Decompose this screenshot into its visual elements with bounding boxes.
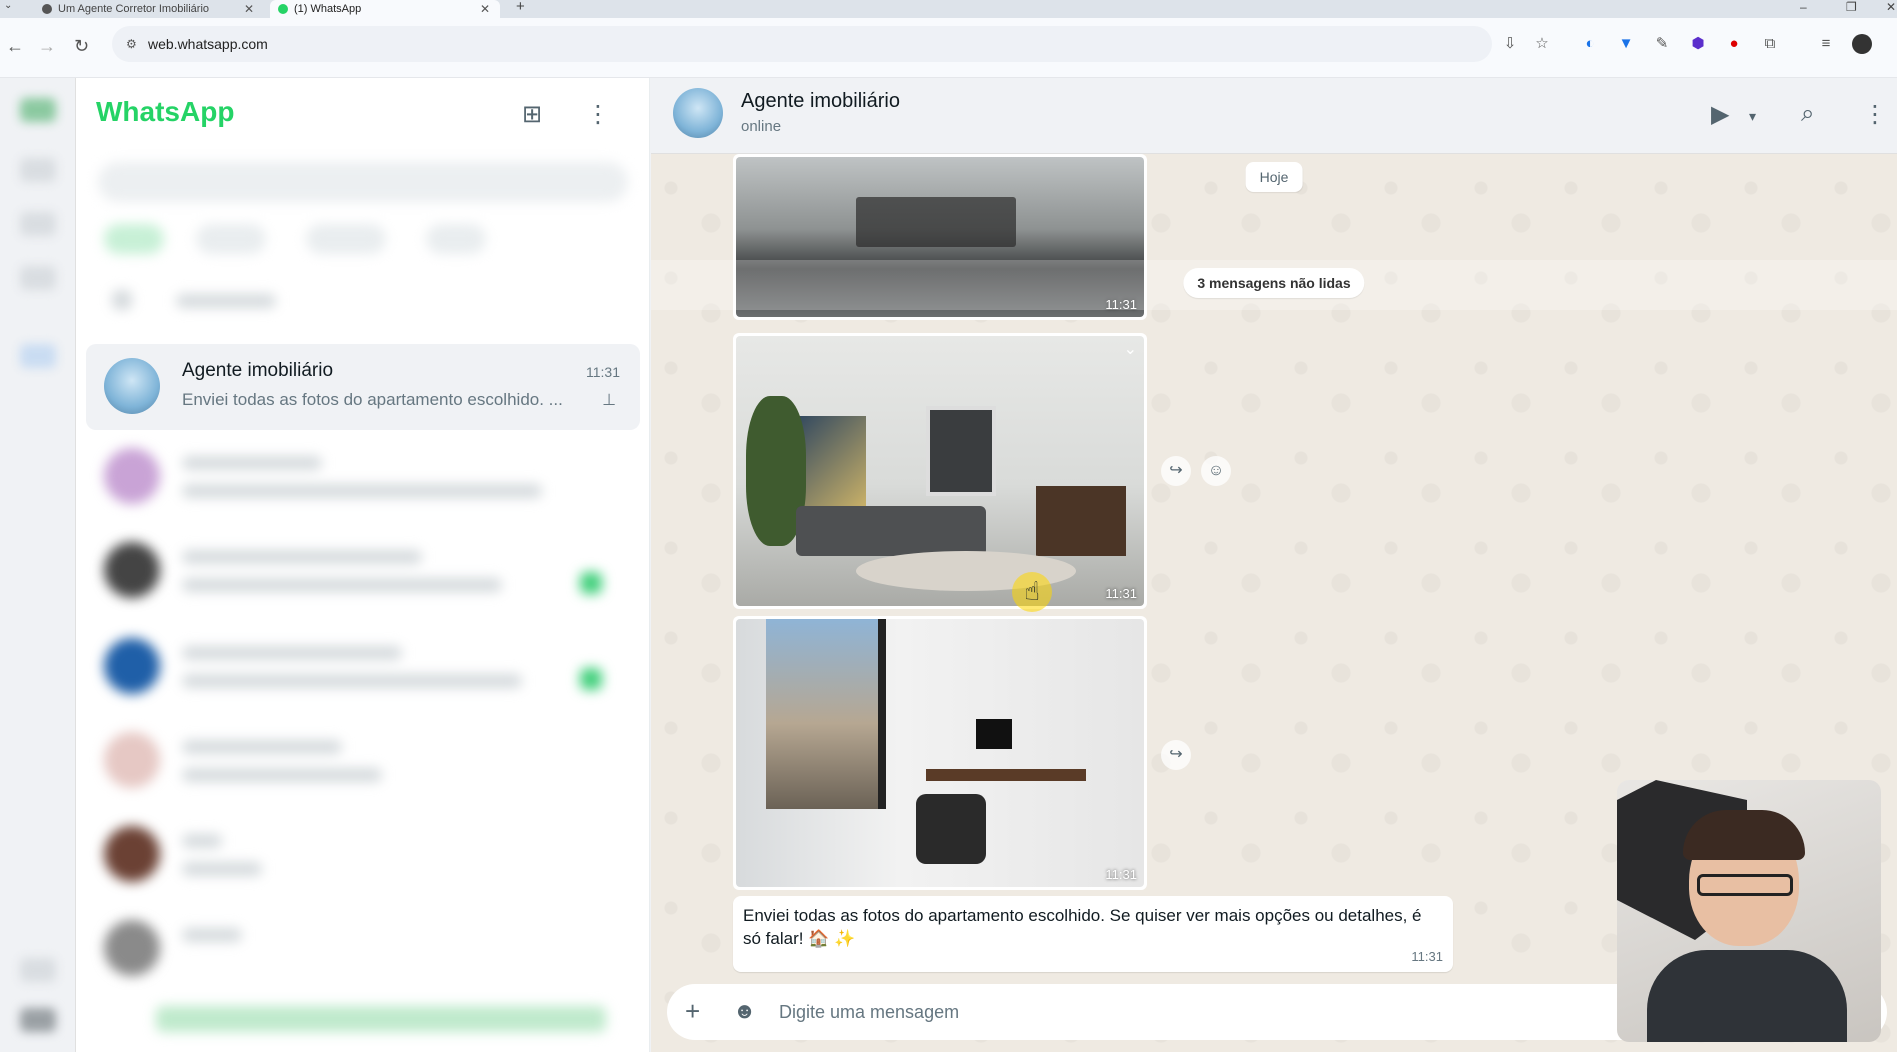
filter-chip[interactable]	[306, 224, 386, 254]
unread-badge: 3 mensagens não lidas	[1183, 268, 1365, 298]
rail-profile-avatar[interactable]	[20, 1008, 56, 1032]
restore-icon[interactable]: ❐	[1846, 0, 1857, 14]
whatsapp-logo: WhatsApp	[96, 96, 235, 127]
extension-icon[interactable]: ⬢	[1688, 34, 1708, 54]
tab-title: (1) WhatsApp	[294, 3, 362, 15]
list-item[interactable]	[86, 624, 640, 710]
list-item[interactable]	[86, 434, 640, 520]
rail-communities-icon[interactable]	[20, 266, 56, 290]
new-tab-button[interactable]: +	[516, 0, 525, 14]
menu-dots-icon[interactable]: ⋮	[586, 100, 610, 129]
contact-name[interactable]: Agente imobiliário	[741, 90, 900, 113]
list-item[interactable]	[86, 528, 640, 614]
forward-icon[interactable]: ↪	[1161, 456, 1191, 486]
message-time: 11:31	[1411, 949, 1443, 964]
extension-icon[interactable]: ▼	[1616, 34, 1636, 54]
chevron-down-icon[interactable]: ⌄	[1124, 339, 1137, 359]
reading-list-icon[interactable]: ≡	[1816, 34, 1836, 54]
chat-preview: Enviei todas as fotos do apartamento esc…	[182, 390, 563, 409]
tab-title: Um Agente Corretor Imobiliário	[58, 3, 210, 15]
close-window-icon[interactable]: ✕	[1886, 0, 1896, 14]
chat-list-sidebar: WhatsApp ⊞ ⋮ Agente imobiliário 11:31 En…	[76, 78, 650, 1052]
tab-favicon	[42, 4, 52, 14]
emoji-icon[interactable]: ☺	[1201, 456, 1231, 486]
filter-chip[interactable]	[196, 224, 266, 254]
plus-icon[interactable]: +	[685, 996, 700, 1027]
video-call-icon[interactable]: ▶︎	[1711, 100, 1729, 129]
photo-time: 11:31	[1105, 586, 1137, 601]
browser-tab-bar: ⌄ Um Agente Corretor Imobiliário ✕ (1) W…	[0, 0, 1897, 18]
filter-chip[interactable]	[104, 224, 164, 254]
filter-chip[interactable]	[426, 224, 486, 254]
profile-avatar[interactable]	[1852, 34, 1872, 54]
rail-channels-icon[interactable]	[20, 212, 56, 236]
forward-icon[interactable]: →	[38, 36, 56, 57]
archived-label[interactable]	[176, 294, 276, 308]
close-tab-icon[interactable]: ✕	[244, 2, 254, 16]
photo-message[interactable]: ⌄ 11:31	[733, 333, 1147, 609]
photo-message[interactable]: 11:31	[733, 616, 1147, 890]
contact-avatar[interactable]	[673, 88, 723, 138]
list-item[interactable]	[86, 812, 640, 898]
chat-time: 11:31	[586, 364, 620, 380]
bookmark-star-icon[interactable]: ☆	[1532, 34, 1552, 54]
photo-time: 11:31	[1105, 867, 1137, 882]
rail-meta-ai-icon[interactable]	[20, 344, 56, 368]
agent-avatar	[104, 358, 160, 414]
webcam-overlay	[1617, 780, 1881, 1042]
tab-list-chevron-icon[interactable]: ⌄	[4, 0, 12, 11]
rail-status-icon[interactable]	[20, 158, 56, 182]
contact-status: online	[741, 118, 782, 135]
back-icon[interactable]: ←	[6, 36, 24, 57]
living-room-photo[interactable]	[736, 336, 1144, 606]
search-icon[interactable]: ⌕	[1801, 100, 1814, 128]
new-chat-icon[interactable]: ⊞	[522, 100, 542, 129]
navigation-rail	[0, 78, 76, 1052]
home-office-photo[interactable]	[736, 619, 1144, 887]
chevron-down-icon[interactable]: ▾	[1749, 108, 1756, 125]
cursor-hand-icon: ☝	[1012, 572, 1052, 612]
forward-icon[interactable]: ↪	[1161, 740, 1191, 770]
browser-tab-1[interactable]: Um Agente Corretor Imobiliário ✕	[34, 0, 264, 18]
rail-settings-icon[interactable]	[20, 958, 56, 982]
minimize-icon[interactable]: –	[1800, 0, 1807, 14]
day-divider: Hoje	[1245, 162, 1303, 192]
url-text: web.whatsapp.com	[148, 36, 268, 52]
list-item[interactable]	[86, 718, 640, 804]
conversation-header[interactable]: Agente imobiliário online ▶︎ ▾ ⌕ ⋮	[651, 78, 1897, 154]
extension-icon[interactable]: ●	[1724, 34, 1744, 54]
chat-item-agente[interactable]: Agente imobiliário 11:31 Enviei todas as…	[86, 344, 640, 430]
message-input[interactable]	[779, 996, 1679, 1028]
extensions-puzzle-icon[interactable]: ⧉	[1760, 34, 1780, 54]
browser-toolbar: ← → ↻ ⚙ web.whatsapp.com ⇩ ☆ ◐ ▼ ✎ ⬢ ● ⧉…	[0, 18, 1897, 78]
address-bar[interactable]: ⚙ web.whatsapp.com	[112, 26, 1492, 62]
chat-name: Agente imobiliário	[182, 360, 334, 381]
extension-icon[interactable]: ◐	[1580, 34, 1600, 54]
extension-icon[interactable]: ✎	[1652, 34, 1672, 54]
text-message[interactable]: Enviei todas as fotos do apartamento esc…	[733, 896, 1453, 972]
site-info-icon[interactable]: ⚙	[126, 37, 137, 51]
reload-icon[interactable]: ↻	[74, 36, 89, 57]
search-input[interactable]	[98, 162, 628, 202]
install-app-icon[interactable]: ⇩	[1500, 34, 1520, 54]
close-tab-icon[interactable]: ✕	[480, 2, 490, 16]
whatsapp-favicon-icon	[278, 4, 288, 14]
menu-dots-icon[interactable]: ⋮	[1863, 100, 1887, 129]
rail-chats-icon[interactable]	[20, 98, 56, 122]
pin-icon: ⊥	[602, 392, 616, 409]
browser-tab-2[interactable]: (1) WhatsApp ✕	[270, 0, 500, 18]
archived-icon[interactable]	[112, 290, 132, 310]
message-text: Enviei todas as fotos do apartamento esc…	[743, 906, 1422, 948]
sticker-icon[interactable]: ☻	[733, 998, 756, 1024]
list-item[interactable]	[86, 906, 640, 992]
